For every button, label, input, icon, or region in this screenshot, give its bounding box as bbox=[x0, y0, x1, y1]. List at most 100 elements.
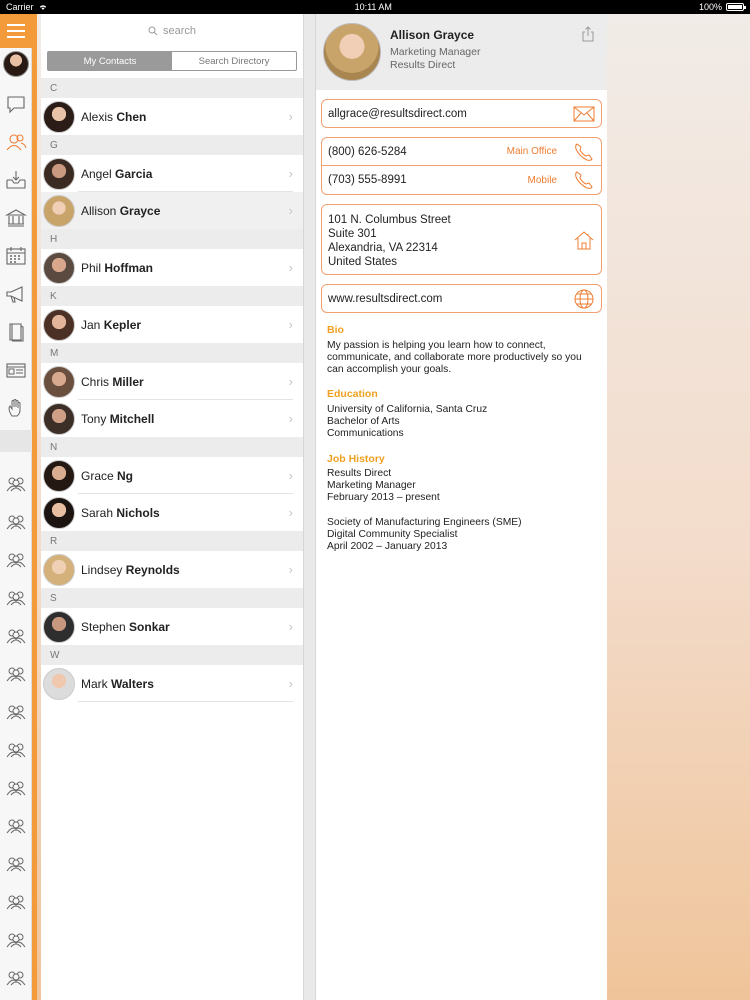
announcements-nav[interactable] bbox=[0, 276, 32, 312]
website-card[interactable]: www.resultsdirect.com bbox=[321, 284, 602, 313]
group-nav-item[interactable] bbox=[0, 846, 32, 882]
contact-website[interactable]: www.resultsdirect.com bbox=[328, 293, 442, 305]
group-icon bbox=[6, 477, 26, 492]
chevron-right-icon: › bbox=[288, 505, 293, 520]
contact-first-name: Phil bbox=[81, 260, 105, 275]
group-nav-item[interactable] bbox=[0, 884, 32, 920]
section-header: W bbox=[41, 645, 303, 665]
home-icon[interactable] bbox=[573, 229, 595, 251]
library-nav[interactable] bbox=[0, 314, 32, 350]
contact-row[interactable]: Allison Grayce › bbox=[41, 192, 303, 229]
avatar bbox=[3, 51, 29, 77]
hamburger-menu-button[interactable] bbox=[0, 14, 32, 48]
rail-accent-bar bbox=[32, 14, 37, 1000]
tab-search-directory[interactable]: Search Directory bbox=[172, 52, 296, 70]
contact-name: Allison Grayce bbox=[81, 204, 160, 218]
contact-name: Allison Grayce bbox=[390, 28, 475, 42]
phone-icon[interactable] bbox=[573, 141, 595, 163]
icon-rail bbox=[0, 14, 32, 1000]
phone-number[interactable]: (703) 555-8991 bbox=[328, 174, 407, 186]
group-nav-item[interactable] bbox=[0, 922, 32, 958]
search-icon bbox=[148, 26, 158, 36]
avatar bbox=[43, 100, 75, 133]
bio-text: My passion is helping you learn how to c… bbox=[327, 340, 582, 375]
profile-avatar-button[interactable] bbox=[0, 46, 32, 82]
tab-my-contacts[interactable]: My Contacts bbox=[48, 52, 172, 70]
messages-nav[interactable] bbox=[0, 86, 32, 122]
group-nav-item[interactable] bbox=[0, 466, 32, 502]
id-card-icon bbox=[6, 363, 26, 378]
contact-first-name: Tony bbox=[81, 411, 110, 426]
group-icon bbox=[6, 857, 26, 872]
avatar bbox=[43, 610, 75, 643]
job-role: Marketing Manager bbox=[327, 480, 416, 491]
contacts-nav[interactable] bbox=[0, 124, 32, 160]
contact-last-name: Grayce bbox=[119, 203, 161, 218]
directory-nav[interactable] bbox=[0, 352, 32, 388]
contact-row[interactable]: Lindsey Reynolds › bbox=[41, 551, 303, 588]
phone-number[interactable]: (800) 626-5284 bbox=[328, 146, 407, 158]
contact-photo bbox=[323, 23, 381, 81]
contact-row[interactable]: Tony Mitchell › bbox=[41, 400, 303, 437]
contact-row[interactable]: Chris Miller › bbox=[41, 363, 303, 400]
contact-row[interactable]: Stephen Sonkar › bbox=[41, 608, 303, 645]
group-icon bbox=[6, 553, 26, 568]
volunteer-nav[interactable] bbox=[0, 390, 32, 426]
calendar-icon bbox=[6, 247, 26, 265]
chat-bubble-icon bbox=[7, 96, 25, 114]
institution-nav[interactable] bbox=[0, 200, 32, 236]
share-icon[interactable] bbox=[581, 26, 595, 42]
contact-list: C Alexis Chen › G Angel Garcia › Allison Grayc… bbox=[41, 78, 303, 702]
contact-name: Sarah Nichols bbox=[81, 506, 160, 520]
contact-row[interactable]: Mark Walters › bbox=[41, 665, 303, 702]
contact-name: Alexis Chen bbox=[81, 110, 146, 124]
group-icon bbox=[6, 819, 26, 834]
contact-row[interactable]: Phil Hoffman › bbox=[41, 249, 303, 286]
phone-row-main[interactable]: (800) 626-5284 Main Office bbox=[322, 138, 601, 166]
contact-detail-pane: Allison Grayce Marketing Manager Results… bbox=[316, 14, 607, 1000]
chevron-right-icon: › bbox=[288, 317, 293, 332]
avatar bbox=[43, 402, 75, 435]
group-nav-item[interactable] bbox=[0, 808, 32, 844]
chevron-right-icon: › bbox=[288, 374, 293, 389]
contact-row[interactable]: Sarah Nichols › bbox=[41, 494, 303, 531]
phone-icon[interactable] bbox=[573, 169, 595, 191]
avatar bbox=[43, 667, 75, 700]
contact-row[interactable]: Alexis Chen › bbox=[41, 98, 303, 135]
group-nav-item[interactable] bbox=[0, 580, 32, 616]
group-nav-item[interactable] bbox=[0, 542, 32, 578]
address-line: Suite 301 bbox=[328, 228, 377, 240]
group-nav-item[interactable] bbox=[0, 694, 32, 730]
contact-first-name: Mark bbox=[81, 676, 111, 691]
group-nav-item[interactable] bbox=[0, 960, 32, 996]
calendar-nav[interactable] bbox=[0, 238, 32, 274]
group-icon bbox=[6, 629, 26, 644]
chevron-right-icon: › bbox=[288, 109, 293, 124]
globe-icon[interactable] bbox=[573, 288, 595, 310]
group-nav-item[interactable] bbox=[0, 618, 32, 654]
email-card[interactable]: allgrace@resultsdirect.com bbox=[321, 99, 602, 128]
contact-row[interactable]: Grace Ng › bbox=[41, 457, 303, 494]
group-nav-item[interactable] bbox=[0, 656, 32, 692]
inbox-nav[interactable] bbox=[0, 162, 32, 198]
group-icon bbox=[6, 781, 26, 796]
search-bar[interactable]: search bbox=[41, 14, 303, 48]
chevron-right-icon: › bbox=[288, 260, 293, 275]
group-icon bbox=[6, 895, 26, 910]
carrier-label: Carrier bbox=[6, 2, 34, 12]
group-nav-item[interactable] bbox=[0, 770, 32, 806]
chevron-right-icon: › bbox=[288, 166, 293, 181]
address-card[interactable]: 101 N. Columbus Street Suite 301 Alexand… bbox=[321, 204, 602, 275]
group-nav-item[interactable] bbox=[0, 732, 32, 768]
contact-first-name: Lindsey bbox=[81, 562, 126, 577]
group-nav-item[interactable] bbox=[0, 504, 32, 540]
avatar bbox=[43, 157, 75, 190]
search-input[interactable]: search bbox=[163, 25, 196, 37]
phone-row-mobile[interactable]: (703) 555-8991 Mobile bbox=[322, 166, 601, 194]
contact-email[interactable]: allgrace@resultsdirect.com bbox=[328, 108, 467, 120]
contact-row[interactable]: Angel Garcia › bbox=[41, 155, 303, 192]
clock: 10:11 AM bbox=[354, 2, 392, 12]
contact-first-name: Allison bbox=[81, 203, 120, 218]
contact-row[interactable]: Jan Kepler › bbox=[41, 306, 303, 343]
envelope-icon[interactable] bbox=[573, 106, 595, 122]
